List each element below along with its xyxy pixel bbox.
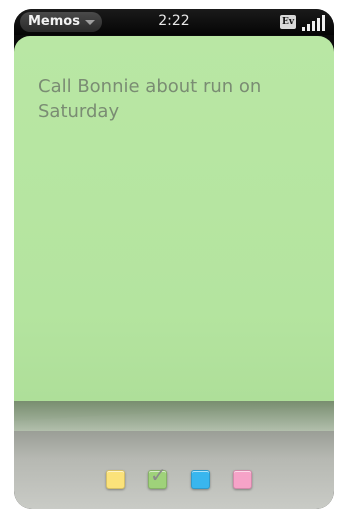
swatch-yellow[interactable]	[106, 470, 125, 489]
checkmark-icon: ✓	[150, 463, 167, 487]
signal-strength-icon	[300, 13, 328, 31]
memo-shadow	[14, 401, 334, 435]
network-badge: Ev	[280, 15, 296, 29]
color-picker-tray: ✓	[14, 431, 334, 509]
swatch-blue[interactable]	[191, 470, 210, 489]
memo-text[interactable]: Call Bonnie about run on Saturday	[38, 74, 308, 124]
memo-note[interactable]: Call Bonnie about run on Saturday	[14, 36, 334, 441]
swatch-pink[interactable]	[233, 470, 252, 489]
status-bar: Memos 2:22 Ev	[14, 9, 334, 35]
swatch-green[interactable]: ✓	[148, 465, 167, 489]
device-screen: Memos 2:22 Ev Call Bonnie about run on S…	[14, 9, 334, 509]
